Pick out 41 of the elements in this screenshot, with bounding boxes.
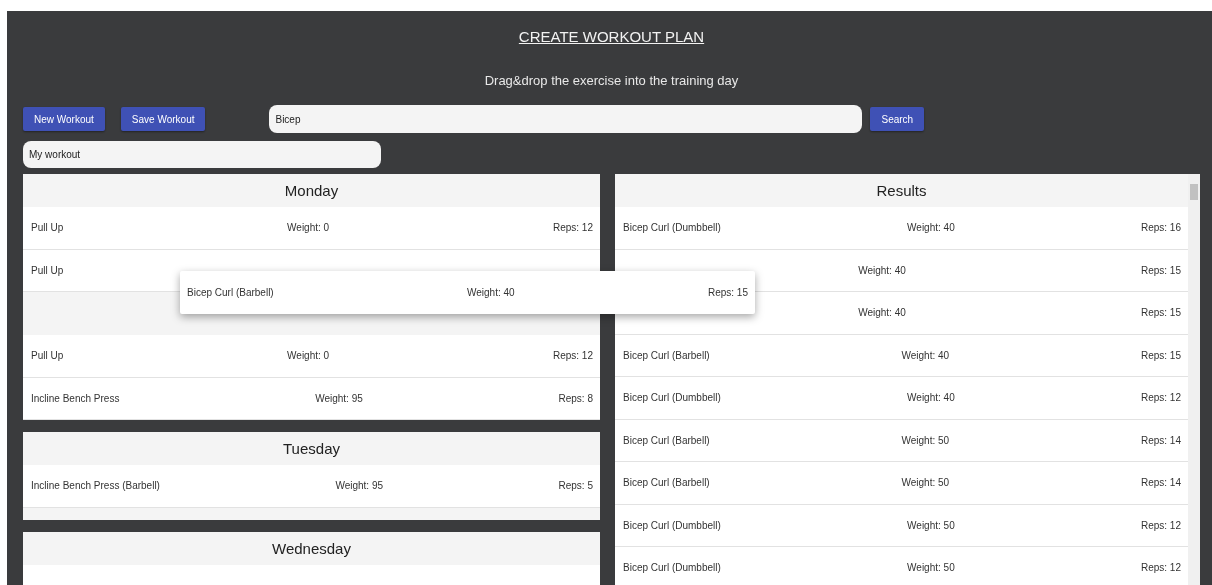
weight-text: Weight: 40 — [901, 348, 950, 363]
exercise-name: Bicep Curl (Dumbbell) — [623, 561, 721, 576]
reps-text: Reps: 14 — [1140, 476, 1181, 491]
exercise-name: Incline Bench Press (Barbell) — [31, 479, 160, 494]
weight-text: Weight: 0 — [287, 349, 330, 364]
results-title: Results — [615, 174, 1188, 207]
weight-text: Weight: 50 — [907, 561, 955, 576]
weight-text: Weight: 50 — [907, 518, 955, 533]
weight-text: Weight: 0 — [287, 221, 330, 236]
weight-text: Weight: 40 — [907, 391, 955, 406]
reps-text: Reps: 14 — [1140, 433, 1181, 448]
weight-text: Weight: 50 — [901, 433, 950, 448]
weight-text: Weight: 95 — [335, 479, 384, 494]
reps-text: Reps: 12 — [552, 349, 593, 364]
page-title: CREATE WORKOUT PLAN — [517, 27, 706, 47]
reps-text: Reps: 15 — [1140, 348, 1181, 363]
reps-text: Reps: 12 — [552, 221, 593, 236]
weight-text: Weight: 40 — [907, 221, 955, 236]
exercise-name: Pull Up — [31, 349, 64, 364]
reps-text: Reps: 8 — [558, 391, 593, 406]
exercise-name: Bicep Curl (Barbell) — [623, 433, 710, 448]
exercise-name: Bicep Curl (Barbell) — [623, 476, 710, 491]
exercise-name: Bicep Curl (Dumbbell) — [623, 518, 721, 533]
exercise-name: Bicep Curl (Dumbbell) — [623, 221, 721, 236]
weight-text: Weight: 40 — [858, 306, 906, 321]
reps-text: Reps: 16 — [1140, 221, 1181, 236]
exercise-name: Bicep Curl (Dumbbell) — [623, 391, 721, 406]
exercise-name: Pull Up — [31, 263, 64, 278]
instruction-text: Drag&drop the exercise into the training day — [483, 72, 740, 90]
exercise-name: Incline Bench Press — [31, 391, 120, 406]
reps-text: Reps: 12 — [1140, 391, 1181, 406]
reps-text: Reps: 15 — [1140, 306, 1181, 321]
weight-text: Weight: 95 — [315, 391, 363, 406]
weight-text: Weight: 40 — [858, 263, 906, 278]
reps-text: Reps: 12 — [1140, 561, 1181, 576]
reps-text: Reps: 5 — [558, 479, 593, 494]
reps-text: Reps: 15 — [1140, 263, 1181, 278]
weight-text: Weight: 50 — [901, 476, 950, 491]
exercise-name: Pull Up — [31, 221, 64, 236]
reps-text: Reps: 12 — [1140, 518, 1181, 533]
exercise-name: Bicep Curl (Barbell) — [623, 348, 710, 363]
